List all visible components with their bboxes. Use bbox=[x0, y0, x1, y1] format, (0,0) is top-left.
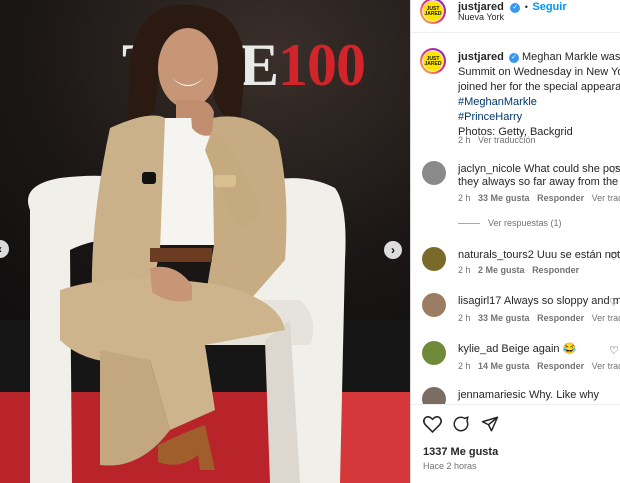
comment-username[interactable]: lisagirl17 bbox=[458, 295, 501, 307]
caption-line-3: joined her for the special appearance bbox=[458, 81, 620, 93]
separator: • bbox=[524, 2, 528, 12]
comment-avatar[interactable] bbox=[422, 247, 446, 271]
post-panel: JUST JARED justjared ✓ • Seguir Nueva Yor… bbox=[410, 0, 620, 483]
comment-line: jennamariesic Why. Like why bbox=[458, 389, 600, 401]
comment-username[interactable]: kylie_ad bbox=[458, 343, 498, 355]
avatar[interactable]: JUST JARED bbox=[420, 0, 446, 24]
reply-button[interactable]: Responder bbox=[537, 193, 584, 203]
comment-likes[interactable]: 2 Me gusta bbox=[478, 265, 525, 275]
speaker-figure bbox=[28, 4, 346, 483]
caption-username[interactable]: justjared bbox=[458, 51, 504, 63]
comment-line: naturals_tours2 Uuu se están notand bbox=[458, 249, 620, 261]
hashtag-meghan[interactable]: #MeghanMarkle bbox=[458, 95, 537, 110]
like-comment-icon[interactable]: ♡ bbox=[609, 250, 619, 263]
view-replies[interactable]: Ver respuestas (1) bbox=[458, 218, 562, 228]
comment-avatar[interactable] bbox=[422, 161, 446, 185]
comment-time: 2 h bbox=[458, 193, 471, 203]
reply-button[interactable]: Responder bbox=[537, 313, 584, 323]
verified-icon: ✓ bbox=[510, 3, 521, 13]
caption-line-2: Summit on Wednesday in New York bbox=[458, 66, 620, 78]
caption-translate[interactable]: Ver traducción bbox=[478, 135, 536, 145]
like-comment-icon[interactable]: ♡ bbox=[609, 164, 619, 177]
reply-button[interactable]: Responder bbox=[537, 361, 584, 371]
post-actions: 1337 Me gusta Hace 2 horas bbox=[411, 404, 620, 483]
translate-button[interactable]: Ver trad bbox=[592, 313, 620, 323]
share-icon[interactable] bbox=[481, 415, 499, 433]
chevron-right-icon[interactable]: › bbox=[384, 241, 402, 259]
comment-time: 2 h bbox=[458, 313, 471, 323]
post-photo[interactable]: TIME100 ‹ › bbox=[0, 0, 410, 483]
comment-likes[interactable]: 14 Me gusta bbox=[478, 361, 530, 371]
comment-avatar[interactable] bbox=[422, 293, 446, 317]
like-comment-icon[interactable]: ♡ bbox=[609, 296, 619, 309]
translate-button[interactable]: Ver trad bbox=[592, 193, 620, 203]
comment-time: 2 h bbox=[458, 265, 471, 275]
comment-avatar[interactable] bbox=[422, 341, 446, 365]
caption-line-1: justjared ✓ Meghan Markle was a gu bbox=[458, 51, 620, 63]
caption-avatar[interactable]: JUST JARED bbox=[420, 48, 446, 74]
post-header: JUST JARED justjared ✓ • Seguir Nueva Yor… bbox=[411, 0, 620, 33]
follow-button[interactable]: Seguir bbox=[532, 1, 566, 13]
location[interactable]: Nueva York bbox=[458, 12, 504, 22]
comment-username[interactable]: jennamariesic bbox=[458, 389, 526, 401]
comment-line: kylie_ad Beige again 😂 bbox=[458, 343, 577, 355]
comment-line: lisagirl17 Always so sloppy and mess bbox=[458, 295, 620, 307]
hashtag-harry[interactable]: #PrinceHarry bbox=[458, 110, 522, 125]
comment-time: 2 h bbox=[458, 361, 471, 371]
likes-count[interactable]: 1337 Me gusta bbox=[423, 446, 498, 458]
heart-icon[interactable] bbox=[423, 415, 442, 433]
translate-button[interactable]: Ver trad bbox=[592, 361, 620, 371]
post-time: Hace 2 horas bbox=[423, 461, 477, 471]
comment-username[interactable]: naturals_tours2 bbox=[458, 249, 534, 261]
comment-likes[interactable]: 33 Me gusta bbox=[478, 313, 530, 323]
caption-time: 2 h bbox=[458, 135, 471, 145]
comment-username[interactable]: jaclyn_nicole bbox=[458, 163, 521, 175]
comment-likes[interactable]: 33 Me gusta bbox=[478, 193, 530, 203]
comment-line-2: they always so far away from the kid bbox=[458, 176, 620, 188]
like-comment-icon[interactable]: ♡ bbox=[609, 344, 619, 357]
verified-icon: ✓ bbox=[508, 53, 519, 63]
reply-button[interactable]: Responder bbox=[532, 265, 579, 275]
comment-icon[interactable] bbox=[452, 415, 470, 433]
